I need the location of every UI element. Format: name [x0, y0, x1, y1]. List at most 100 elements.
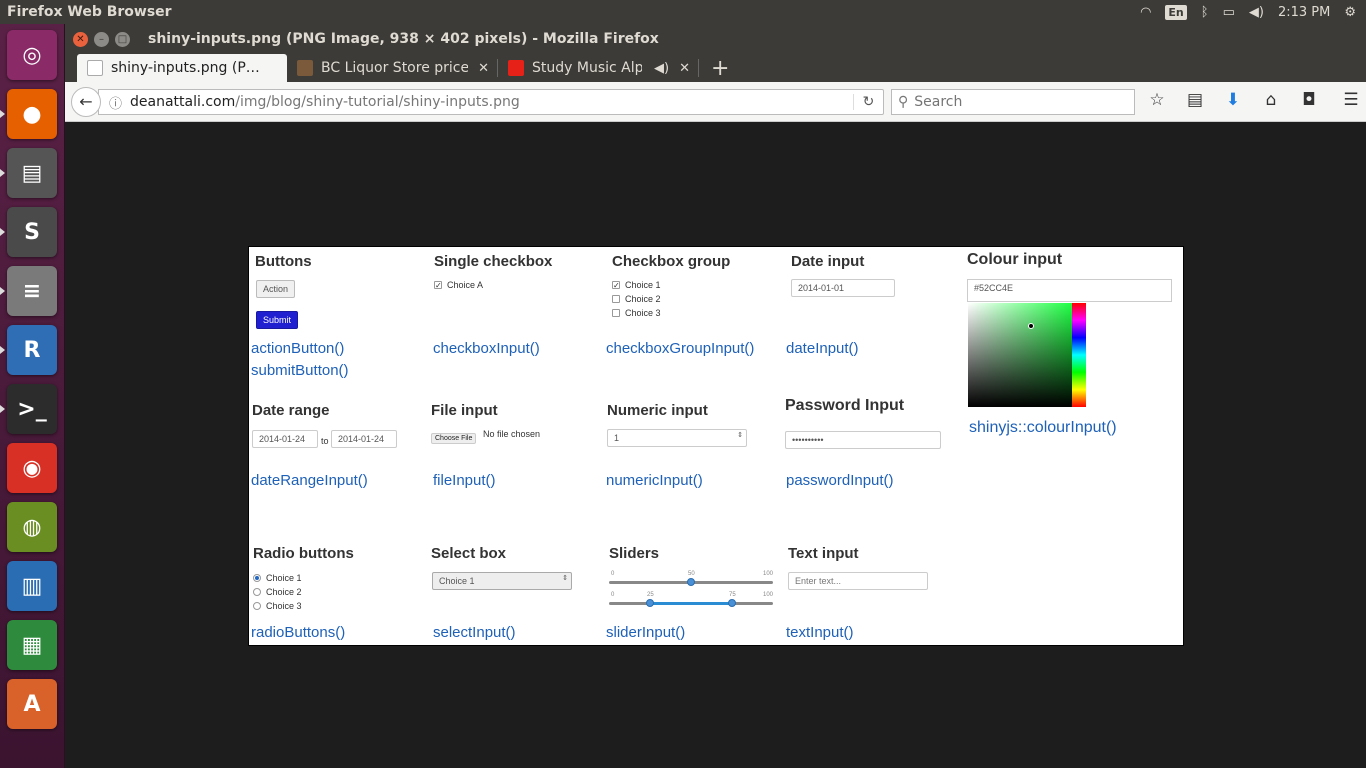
numeric-input-fn: numericInput(): [606, 472, 703, 489]
select-input-fn: selectInput(): [433, 624, 516, 641]
battery-icon[interactable]: ▭: [1223, 5, 1235, 20]
radio-choice-3: Choice 3: [253, 601, 302, 611]
action-button: Action: [256, 280, 296, 298]
running-indicator: [0, 110, 5, 118]
ubuntu-dash-launcher-icon[interactable]: ◎: [7, 30, 57, 80]
running-indicator: [0, 287, 5, 295]
pocket-icon[interactable]: ◘: [1297, 90, 1321, 110]
file-status: No file chosen: [483, 429, 541, 439]
checkbox-label: Choice 3: [625, 308, 661, 318]
dropdown-arrows-icon: ⇕: [562, 575, 568, 582]
file-input-heading: File input: [431, 402, 498, 419]
radio-label: Choice 1: [266, 573, 302, 583]
volume-icon[interactable]: ◀): [1249, 5, 1264, 20]
url-host: deanattali.com: [130, 94, 236, 110]
radio-buttons-heading: Radio buttons: [253, 545, 354, 562]
database-launcher-icon[interactable]: ≡: [7, 266, 57, 316]
select-box-heading: Select box: [431, 545, 507, 562]
colour-input-fn: shinyjs::colourInput(): [969, 419, 1117, 436]
window-title: shiny-inputs.png (PNG Image, 938 × 402 p…: [148, 31, 659, 47]
checked-box-icon: ✓: [434, 281, 442, 290]
slider-input-fn: sliderInput(): [606, 624, 686, 641]
numeric-input-heading: Numeric input: [607, 402, 708, 419]
shiny-inputs-image: Buttons Action Submit actionButton() sub…: [248, 246, 1184, 646]
slider2-range-fill: [650, 602, 732, 605]
date-range-to: 2014-01-24: [331, 430, 397, 448]
slider2-high-label: 75: [729, 592, 736, 598]
calc-launcher-icon[interactable]: ▦: [7, 620, 57, 670]
keyboard-layout[interactable]: En: [1165, 4, 1187, 20]
tab-bc-liquor[interactable]: BC Liquor Store prices ✕: [287, 54, 497, 82]
gear-icon[interactable]: ⚙: [1344, 5, 1356, 20]
search-icon: ⚲: [898, 94, 909, 110]
date-range-heading: Date range: [252, 402, 330, 419]
close-tab-icon[interactable]: ✕: [679, 61, 690, 76]
tab-study-music[interactable]: Study Music Alp… ◀) ✕: [498, 54, 698, 82]
search-input[interactable]: [914, 94, 1115, 110]
checkbox-choice-2: Choice 2: [612, 294, 661, 304]
date-input-heading: Date input: [791, 253, 865, 270]
radio-label: Choice 2: [266, 587, 302, 597]
writer-launcher-icon[interactable]: ▥: [7, 561, 57, 611]
picker-cursor: [1028, 323, 1034, 329]
navigation-toolbar: ← ⓘ deanattali.com/img/blog/shiny-tutori…: [65, 82, 1366, 122]
launcher: ◎ ● ▤ S ≡ R >_ ◉ ◍ ▥ ▦ A: [0, 24, 65, 768]
reload-icon[interactable]: ↻: [853, 94, 883, 110]
image-viewer-launcher-icon[interactable]: ◍: [7, 502, 57, 552]
terminal-launcher-icon[interactable]: >_: [7, 384, 57, 434]
reading-list-icon[interactable]: ▤: [1183, 90, 1207, 110]
minimize-window-icon[interactable]: –: [94, 31, 109, 47]
radio-empty-icon: [253, 588, 261, 596]
speaker-icon[interactable]: ◀): [654, 61, 669, 76]
wifi-icon[interactable]: ◠: [1140, 5, 1151, 20]
toolbar-icons: ☆ ▤ ⬇ ⌂ ◘ ☰: [1145, 90, 1363, 110]
date-field: 2014-01-01: [791, 279, 895, 297]
back-button[interactable]: ←: [71, 86, 101, 117]
submit-button: Submit: [256, 311, 299, 329]
radio-choice-2: Choice 2: [253, 587, 302, 597]
chrome-launcher-icon[interactable]: ◉: [7, 443, 57, 493]
colour-saturation-picker: [968, 303, 1086, 407]
close-tab-icon[interactable]: ✕: [478, 61, 489, 76]
slider1-max-label: 100: [762, 571, 773, 577]
sublime-text-launcher-icon[interactable]: S: [7, 207, 57, 257]
downloads-icon[interactable]: ⬇: [1221, 90, 1245, 110]
close-window-icon[interactable]: ✕: [73, 31, 88, 47]
slider2-low-label: 25: [647, 592, 654, 598]
single-checkbox: ✓ Choice A: [434, 280, 483, 290]
impress-launcher-icon[interactable]: A: [7, 679, 57, 729]
running-indicator: [0, 169, 5, 177]
tab-shiny-inputs[interactable]: shiny-inputs.png (P…: [77, 54, 287, 82]
search-bar[interactable]: ⚲: [891, 89, 1135, 115]
bluetooth-icon[interactable]: ᛒ: [1201, 5, 1209, 20]
select-value: Choice 1: [439, 576, 475, 586]
text-input-heading: Text input: [788, 545, 859, 562]
password-field: ••••••••••: [785, 431, 941, 449]
menu-icon[interactable]: ☰: [1339, 90, 1363, 110]
numeric-value: 1: [614, 433, 620, 443]
home-icon[interactable]: ⌂: [1259, 90, 1283, 110]
info-icon[interactable]: ⓘ: [109, 93, 122, 112]
password-input-fn: passwordInput(): [786, 472, 894, 489]
maximize-window-icon[interactable]: □: [115, 31, 130, 47]
url-bar[interactable]: ⓘ deanattali.com/img/blog/shiny-tutorial…: [98, 89, 884, 115]
youtube-favicon: [508, 60, 524, 76]
bookmark-star-icon[interactable]: ☆: [1145, 90, 1169, 110]
colour-value-field: #52CC4E: [967, 279, 1172, 302]
active-app-title: Firefox Web Browser: [7, 4, 172, 20]
checkbox-group-heading: Checkbox group: [612, 253, 731, 270]
running-indicator: [0, 346, 5, 354]
files-launcher-icon[interactable]: ▤: [7, 148, 57, 198]
buttons-heading: Buttons: [255, 253, 312, 270]
checked-box-icon: ✓: [612, 281, 620, 290]
colour-value: #52CC4E: [974, 283, 1014, 293]
clock[interactable]: 2:13 PM: [1278, 5, 1330, 20]
r-language-launcher-icon[interactable]: R: [7, 325, 57, 375]
firefox-launcher-icon[interactable]: ●: [7, 89, 57, 139]
choose-file-button: Choose File: [431, 433, 477, 444]
indicator-area: ◠ En ᛒ ▭ ◀) 2:13 PM ⚙: [1140, 4, 1366, 20]
slider2-low-thumb: [646, 599, 654, 607]
file-input-fn: fileInput(): [433, 472, 496, 489]
new-tab-button[interactable]: +: [699, 56, 741, 81]
checkbox-label: Choice A: [447, 280, 484, 290]
